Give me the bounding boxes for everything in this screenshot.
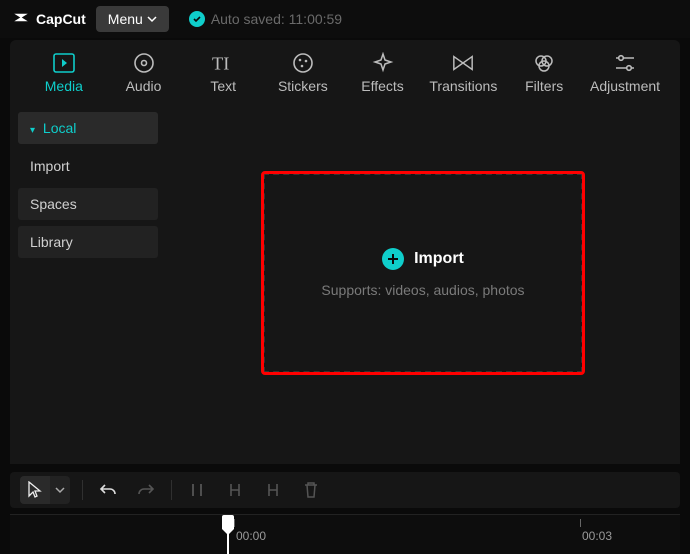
autosave-status: Auto saved: 11:00:59 xyxy=(189,11,342,27)
autosave-text: Auto saved: 11:00:59 xyxy=(211,11,342,27)
disc-icon xyxy=(133,52,155,74)
undo-button[interactable] xyxy=(95,477,121,503)
tab-media[interactable]: Media xyxy=(24,48,104,98)
tab-label: Filters xyxy=(525,78,563,94)
svg-text:TI: TI xyxy=(212,53,229,73)
tab-transitions[interactable]: Transitions xyxy=(422,48,504,98)
sidebar-item-label: Import xyxy=(30,158,70,174)
timeline-ruler[interactable]: 00:00 00:03 xyxy=(10,514,680,554)
tab-label: Adjustment xyxy=(590,78,660,94)
tab-effects[interactable]: Effects xyxy=(343,48,423,98)
main-area: Local Import Spaces Library Import Suppo… xyxy=(10,102,680,464)
delete-button[interactable] xyxy=(298,477,324,503)
app-logo: CapCut xyxy=(12,10,86,28)
tab-label: Stickers xyxy=(278,78,328,94)
sidebar-item-import[interactable]: Import xyxy=(18,150,158,182)
tab-stickers[interactable]: Stickers xyxy=(263,48,343,98)
sparkle-icon xyxy=(372,52,394,74)
import-dropzone[interactable]: Import Supports: videos, audios, photos xyxy=(263,173,583,373)
capcut-logo-icon xyxy=(12,10,30,28)
import-row: Import xyxy=(382,248,464,270)
sidebar-item-label: Local xyxy=(43,120,76,136)
tab-label: Transitions xyxy=(429,78,497,94)
trim-left-button[interactable] xyxy=(222,477,248,503)
titlebar: CapCut Menu Auto saved: 11:00:59 xyxy=(0,0,690,38)
trash-icon xyxy=(303,481,319,499)
sliders-icon xyxy=(614,52,636,74)
filters-icon xyxy=(533,52,555,74)
tab-adjustment[interactable]: Adjustment xyxy=(584,48,666,98)
redo-button[interactable] xyxy=(133,477,159,503)
tab-label: Audio xyxy=(126,78,162,94)
tab-text[interactable]: TI Text xyxy=(183,48,263,98)
sidebar-item-spaces[interactable]: Spaces xyxy=(18,188,158,220)
split-icon xyxy=(189,482,205,498)
app-name: CapCut xyxy=(36,11,86,27)
sidebar-item-label: Spaces xyxy=(30,196,77,212)
cursor-icon xyxy=(20,476,50,504)
cursor-tool-picker[interactable] xyxy=(20,476,70,504)
tab-label: Media xyxy=(45,78,83,94)
chevron-down-icon xyxy=(147,14,157,24)
menu-button[interactable]: Menu xyxy=(96,6,169,32)
plus-icon xyxy=(382,248,404,270)
redo-icon xyxy=(137,482,155,498)
check-icon xyxy=(189,11,205,27)
chevron-down-icon xyxy=(50,476,70,504)
split-button[interactable] xyxy=(184,477,210,503)
tab-audio[interactable]: Audio xyxy=(104,48,184,98)
bowtie-icon xyxy=(452,52,474,74)
cookie-icon xyxy=(292,52,314,74)
tab-label: Text xyxy=(210,78,236,94)
timecode: 00:00 xyxy=(236,529,266,543)
timecode: 00:03 xyxy=(582,529,612,543)
supports-text: Supports: videos, audios, photos xyxy=(321,282,524,298)
sidebar-item-local[interactable]: Local xyxy=(18,112,158,144)
undo-icon xyxy=(99,482,117,498)
tab-filters[interactable]: Filters xyxy=(504,48,584,98)
text-icon: TI xyxy=(212,52,234,74)
menu-label: Menu xyxy=(108,11,143,27)
trim-right-button[interactable] xyxy=(260,477,286,503)
import-label: Import xyxy=(414,250,464,268)
sidebar-item-library[interactable]: Library xyxy=(18,226,158,258)
sidebar: Local Import Spaces Library xyxy=(10,102,166,464)
trim-left-icon xyxy=(227,482,243,498)
divider xyxy=(171,480,172,500)
content-area: Import Supports: videos, audios, photos xyxy=(166,102,680,464)
play-icon xyxy=(53,52,75,74)
timeline-toolbar xyxy=(10,472,680,508)
divider xyxy=(82,480,83,500)
tab-label: Effects xyxy=(361,78,404,94)
sidebar-item-label: Library xyxy=(30,234,73,250)
category-tabs: Media Audio TI Text Stickers Effects Tra… xyxy=(10,40,680,102)
trim-right-icon xyxy=(265,482,281,498)
